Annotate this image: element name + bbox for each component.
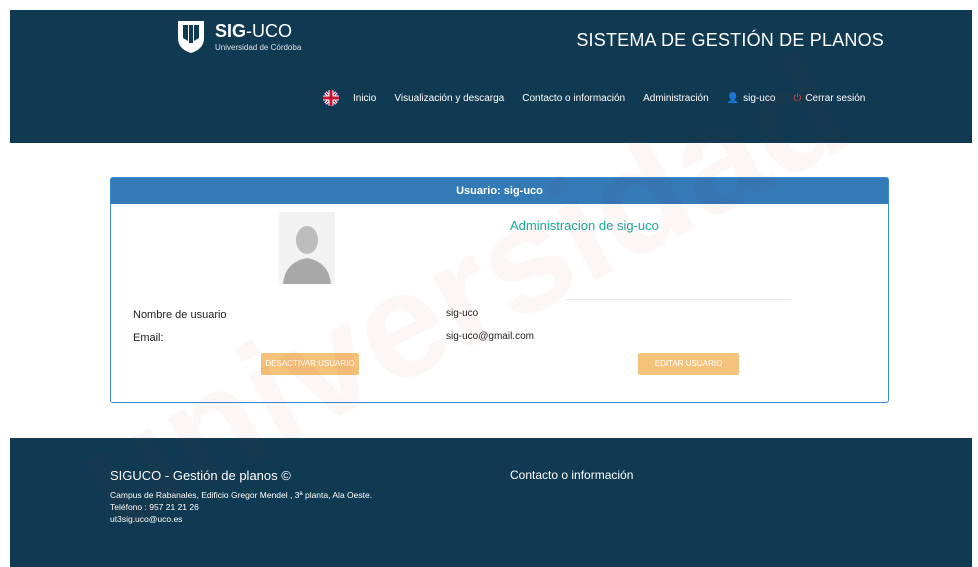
- brand-rest: -UCO: [246, 20, 293, 41]
- username-value: sig-uco: [446, 308, 479, 319]
- edit-user-button[interactable]: EDITAR USUARIO: [638, 353, 739, 375]
- brand-subtitle: Universidad de Córdoba: [215, 42, 302, 52]
- top-header: SIG-UCO Universidad de Córdoba SISTEMA D…: [10, 10, 972, 143]
- nav-user-label: sig-uco: [743, 92, 776, 104]
- user-icon: 👤: [726, 92, 740, 104]
- email-value: sig-uco@gmail.com: [446, 331, 534, 342]
- nav-user[interactable]: 👤 sig-uco: [727, 93, 776, 104]
- footer-email[interactable]: ut3sig.uco@uco.es: [110, 514, 182, 524]
- footer-contact-heading[interactable]: Contacto o información: [510, 468, 633, 482]
- nav-logout[interactable]: ⏻ Cerrar sesión: [793, 93, 865, 104]
- main-nav: Inicio Visualización y descarga Contacto…: [323, 90, 883, 106]
- avatar: [279, 212, 335, 284]
- footer: SIGUCO - Gestión de planos © Campus de R…: [10, 438, 972, 567]
- admin-title: Administracion de sig-uco: [510, 218, 659, 233]
- nav-visualizacion[interactable]: Visualización y descarga: [394, 93, 504, 104]
- brand-bold: SIG: [215, 20, 247, 41]
- site-logo[interactable]: SIG-UCO Universidad de Córdoba: [175, 18, 301, 54]
- deactivate-user-button[interactable]: DESACTIVAR USUARIO: [261, 353, 359, 375]
- nav-inicio[interactable]: Inicio: [353, 93, 376, 104]
- divider: [566, 299, 791, 300]
- system-title: SISTEMA DE GESTIÓN DE PLANOS: [576, 30, 884, 50]
- university-shield-icon: [178, 21, 204, 53]
- power-icon: ⏻: [793, 92, 802, 104]
- nav-contacto[interactable]: Contacto o información: [522, 93, 625, 104]
- card-header: Usuario: sig-uco: [111, 178, 888, 204]
- uk-flag-icon[interactable]: [323, 90, 339, 106]
- footer-address: Campus de Rabanales, Edificio Gregor Men…: [110, 490, 373, 500]
- nav-logout-label: Cerrar sesión: [805, 92, 866, 104]
- username-label: Nombre de usuario: [133, 309, 227, 321]
- footer-phone: Teléfono : 957 21 21 26: [110, 502, 199, 512]
- user-card: Usuario: sig-uco Administracion de sig-u…: [110, 177, 889, 403]
- nav-administracion[interactable]: Administración: [643, 93, 709, 104]
- footer-title: SIGUCO - Gestión de planos ©: [110, 468, 291, 483]
- email-label: Email:: [133, 332, 164, 344]
